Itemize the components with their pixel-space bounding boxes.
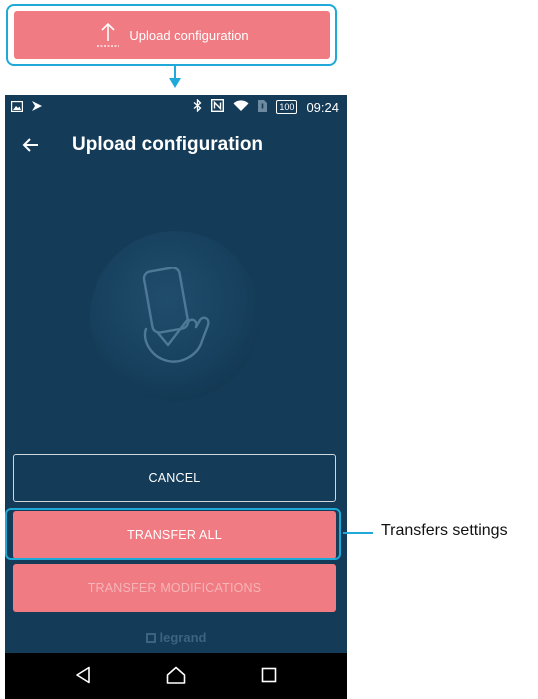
cancel-button[interactable]: CANCEL [13,454,336,502]
flag-icon [31,100,43,115]
connector-arrow-icon [169,78,181,88]
transfer-modifications-button[interactable]: TRANSFER MODIFICATIONS [13,564,336,612]
upload-configuration-button[interactable]: Upload configuration [14,11,330,59]
hand-phone-nfc-icon [136,266,216,372]
wifi-icon [233,99,249,115]
nav-home-icon[interactable] [166,666,186,689]
nav-back-icon[interactable] [75,666,91,689]
bluetooth-icon [193,98,202,115]
navigation-bar [5,653,347,699]
status-bar: 100 09:24 [5,95,347,121]
sim-icon [258,99,268,115]
annotation-line [343,532,373,534]
legrand-logo: legrand [5,630,347,645]
nfc-icon [211,98,225,115]
clock: 09:24 [306,99,339,115]
back-arrow-icon[interactable] [21,135,41,155]
upload-arrow-icon [95,21,121,49]
nav-recents-icon[interactable] [261,666,277,689]
upload-configuration-label: Upload configuration [129,27,249,43]
page-title: Upload configuration [72,134,264,155]
battery-indicator: 100 [276,100,298,114]
image-icon [11,100,24,115]
legrand-mark-icon [145,632,156,643]
transfer-all-highlight [5,508,341,560]
legrand-wordmark: legrand [159,630,207,645]
app-bar: Upload configuration [5,127,347,167]
phone-screen: 100 09:24 Upload configuration CANCEL TR… [5,95,347,699]
annotation-label: Transfers settings [381,522,508,539]
